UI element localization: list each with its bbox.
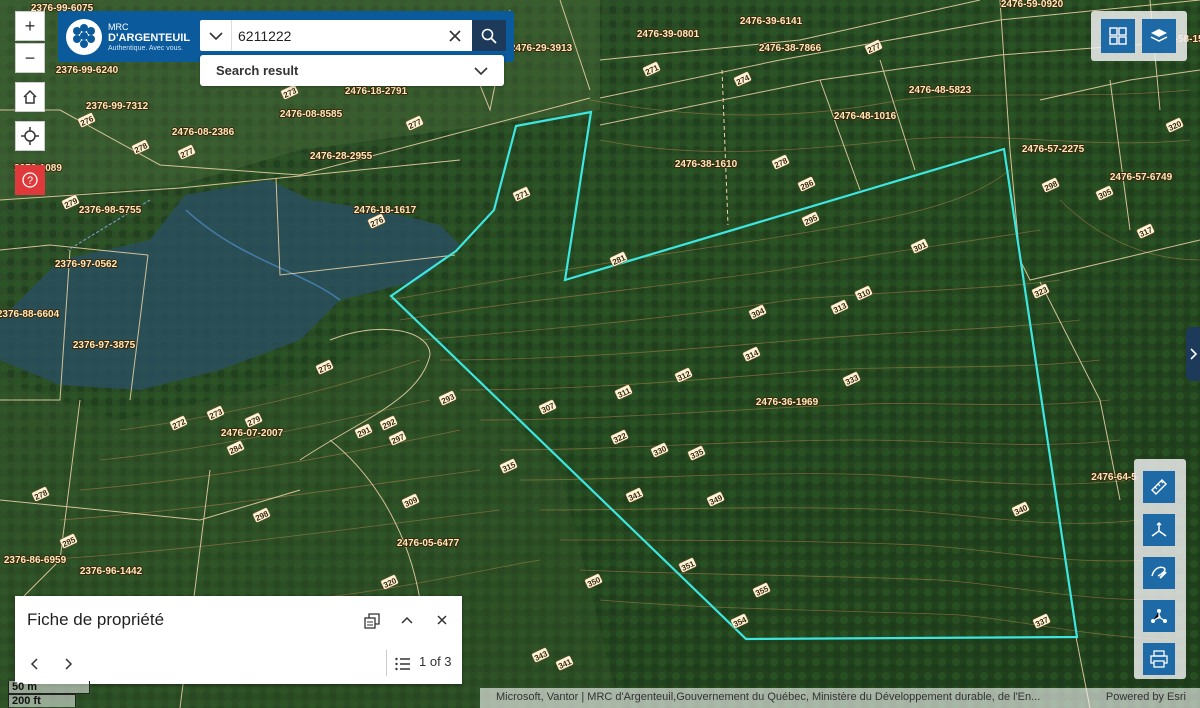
parcel-id-label: 2476-48-1016 xyxy=(834,111,897,122)
parcel-id-label: 2476-36-1969 xyxy=(756,397,819,408)
clear-search-button[interactable] xyxy=(444,25,466,47)
zoom-out-button[interactable]: − xyxy=(15,43,45,73)
parcel-id-label: 2376-97-3875 xyxy=(73,340,136,351)
feature-list-button[interactable] xyxy=(392,653,414,675)
layers-button[interactable] xyxy=(1142,19,1176,53)
powered-by-label: Powered by Esri xyxy=(1105,691,1186,703)
draw-icon xyxy=(1151,566,1167,579)
close-icon xyxy=(437,615,447,625)
measure-button[interactable] xyxy=(1143,471,1175,503)
search-result-dropdown[interactable]: Search result xyxy=(200,55,504,86)
parcel-id-label: 2476-08-8585 xyxy=(280,109,343,120)
map-tools-panel xyxy=(1134,459,1186,679)
close-icon xyxy=(449,30,461,42)
search-result-label: Search result xyxy=(216,63,299,78)
home-icon xyxy=(23,89,37,104)
help-icon: ? xyxy=(22,172,38,188)
basemap-gallery-button[interactable] xyxy=(1101,19,1135,53)
zoom-in-button[interactable]: + xyxy=(15,11,45,41)
collapse-button[interactable] xyxy=(396,609,418,631)
print-icon xyxy=(1150,650,1168,668)
expand-side-panel-button[interactable] xyxy=(1186,327,1200,381)
parcel-id-label: 2476-48-5823 xyxy=(909,85,972,96)
print-button[interactable] xyxy=(1143,643,1175,675)
parcel-id-label: 2476-29-3913 xyxy=(510,43,573,54)
attribution-sources: Microsoft, Vantor | MRC d'Argenteuil,Gou… xyxy=(496,691,1041,703)
parcel-id-label: 2376-96-1442 xyxy=(80,566,143,577)
logo-emblem xyxy=(66,19,102,55)
parcel-id-label: 2476-64-5 xyxy=(1091,472,1137,483)
parcel-id-label: 2376-97-0562 xyxy=(55,259,118,270)
parcel-id-label: 2476-57-6749 xyxy=(1110,172,1173,183)
chevron-down-icon xyxy=(474,67,488,76)
chevron-right-icon xyxy=(1190,348,1198,360)
parcel-id-label: 2376-88-6604 xyxy=(0,309,60,320)
list-icon xyxy=(395,657,410,671)
search-icon xyxy=(481,28,497,44)
chevron-right-icon xyxy=(65,658,73,670)
top-right-toolbar xyxy=(1091,11,1187,61)
search-box xyxy=(200,20,506,51)
panel-title: Fiche de propriété xyxy=(27,610,165,629)
parcel-id-label: 2376-86-6959 xyxy=(4,555,67,566)
previous-feature-button[interactable] xyxy=(23,653,45,675)
grid-icon xyxy=(1109,27,1127,45)
close-panel-button[interactable] xyxy=(431,609,453,631)
scale-metric-label: 50 m xyxy=(12,681,38,693)
parcel-id-label: 2476-28-2955 xyxy=(310,151,373,162)
parcel-id-label: 2476-38-1610 xyxy=(675,159,738,170)
axes-icon xyxy=(1151,522,1167,537)
parcel-id-label: 2376-98-5755 xyxy=(79,205,142,216)
logo-tagline: Authentique. Avec vous. xyxy=(108,45,183,52)
dock-icon xyxy=(364,613,380,629)
logo: MRC D'ARGENTEUIL Authentique. Avec vous. xyxy=(66,19,190,55)
search-input[interactable] xyxy=(236,25,440,47)
share-network-icon xyxy=(1151,609,1167,623)
parcel-id-label: 2476-05-6477 xyxy=(397,538,460,549)
parcel-id-label: 2476-08-2386 xyxy=(172,127,235,138)
search-source-dropdown[interactable] xyxy=(200,20,232,51)
divider xyxy=(386,650,387,676)
chevron-down-icon xyxy=(208,31,223,40)
ruler-icon xyxy=(1151,479,1167,495)
parcel-id-label: 2476-59-0920 xyxy=(1001,0,1064,10)
search-button[interactable] xyxy=(472,20,506,51)
home-button[interactable] xyxy=(15,82,45,112)
locate-button[interactable] xyxy=(15,121,45,151)
parcel-id-label: 2476-57-2275 xyxy=(1022,144,1085,155)
layers-icon xyxy=(1150,29,1168,42)
coordinates-button[interactable] xyxy=(1143,514,1175,546)
parcel-id-label: 2376-99-6240 xyxy=(56,65,119,76)
svg-text:?: ? xyxy=(27,175,33,187)
logo-line2: D'ARGENTEUIL xyxy=(108,32,191,44)
network-button[interactable] xyxy=(1143,600,1175,632)
parcel-id-label: 2476-39-6141 xyxy=(740,16,803,27)
logo-line1: MRC xyxy=(108,22,129,32)
help-button[interactable]: ? xyxy=(15,165,45,195)
attribution-bar[interactable]: Microsoft, Vantor | MRC d'Argenteuil,Gou… xyxy=(480,688,1200,708)
zoom-out-label: − xyxy=(24,47,36,68)
chevron-up-icon xyxy=(401,616,413,624)
scale-imperial-label: 200 ft xyxy=(12,695,41,707)
parcel-id-label: 2476-07-2007 xyxy=(221,428,284,439)
sketch-button[interactable] xyxy=(1143,557,1175,589)
dock-button[interactable] xyxy=(361,610,383,632)
next-feature-button[interactable] xyxy=(58,653,80,675)
zoom-in-label: + xyxy=(24,15,36,36)
parcel-id-label: 2476-38-7866 xyxy=(759,43,822,54)
crosshair-icon xyxy=(21,127,39,145)
feature-pager: 1 of 3 xyxy=(419,654,452,669)
parcel-id-label: 2476-39-0801 xyxy=(637,29,700,40)
parcel-id-label: 2476-18-2791 xyxy=(345,86,408,97)
chevron-left-icon xyxy=(30,658,38,670)
property-panel: Fiche de propriété 1 of 3 xyxy=(15,596,462,684)
parcel-id-label: 2476-18-1617 xyxy=(354,205,417,216)
parcel-id-label: 2376-99-7312 xyxy=(86,101,149,112)
